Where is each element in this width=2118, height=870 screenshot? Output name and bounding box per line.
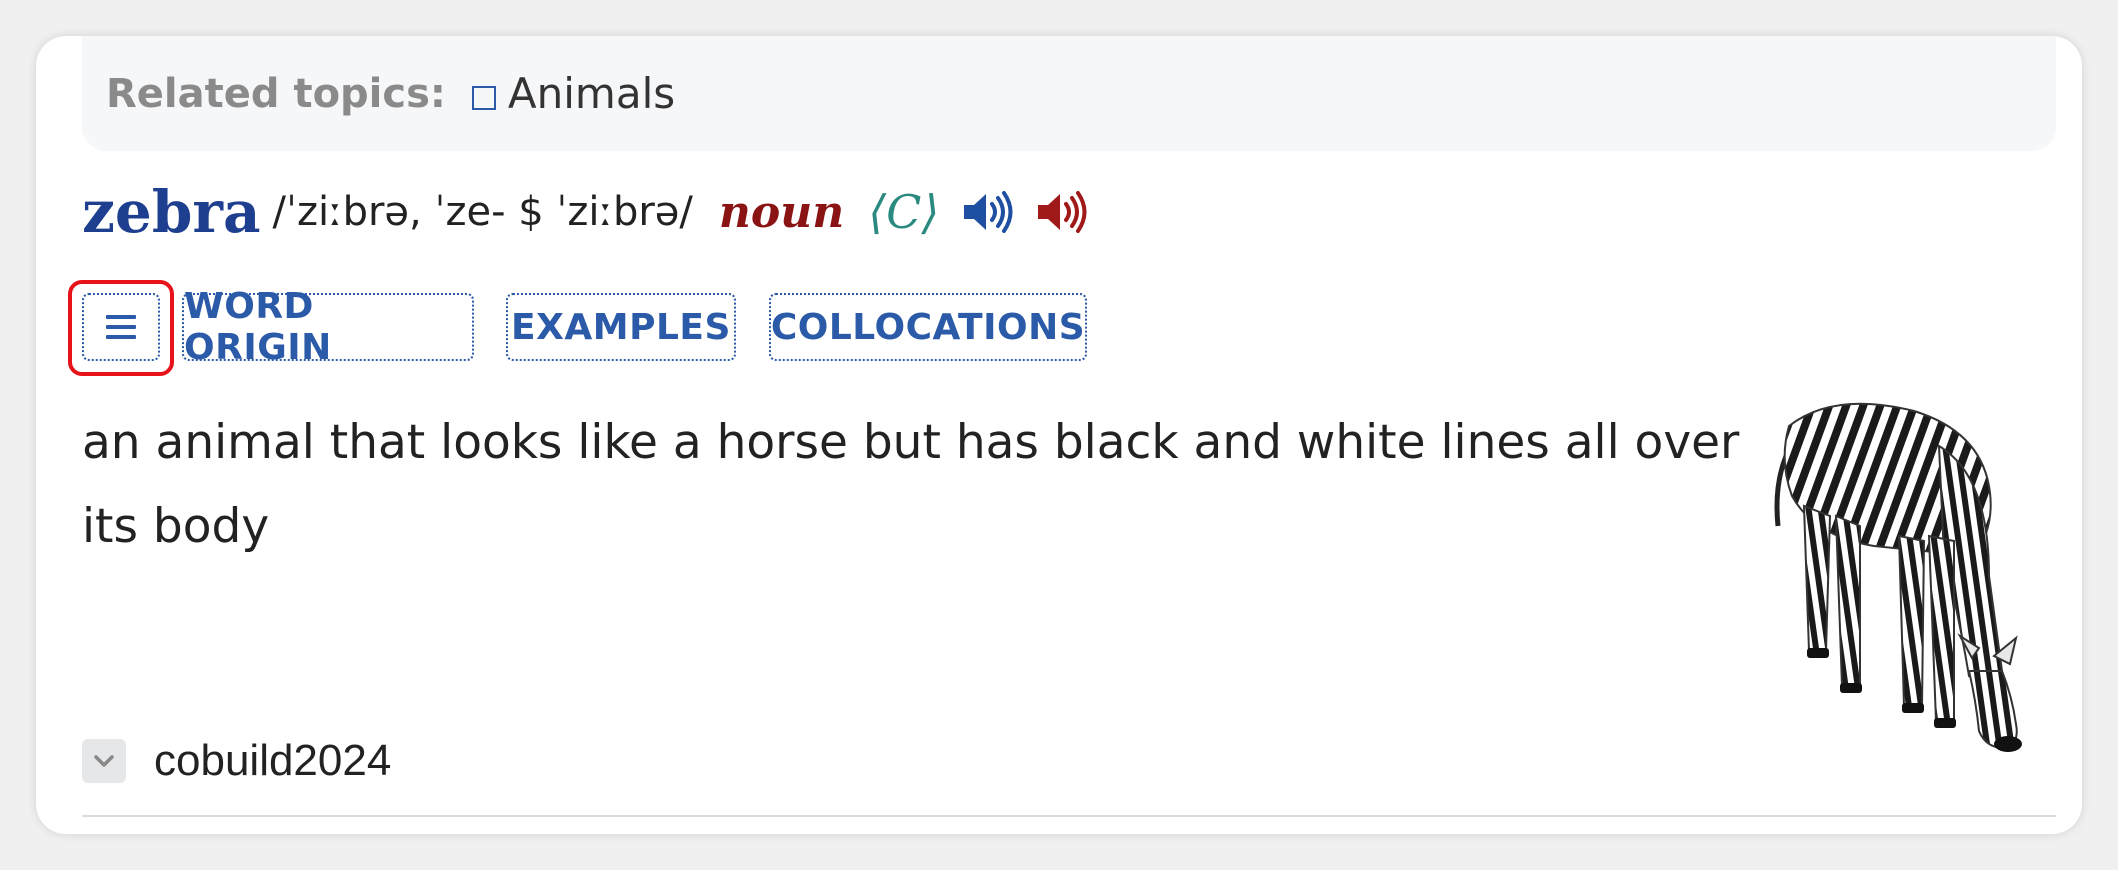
related-topics-bar: Related topics: Animals [82,36,2056,151]
collapse-toggle-button[interactable] [82,739,126,783]
pronunciation: /ˈziːbrə, ˈze- $ ˈziːbrə/ [272,189,693,235]
american-speaker-icon[interactable] [1035,189,1087,235]
dictionary-entry-card: Related topics: Animals zebra /ˈziːbrə, … [36,36,2082,834]
related-topics-label: Related topics: [106,70,446,117]
divider [82,815,2056,817]
headword: zebra [82,178,261,246]
grammar-code: ⟨C⟩ [868,185,940,239]
definition-text: an animal that looks like a horse but ha… [82,415,1740,554]
chevron-down-icon [94,755,114,767]
topic-label: Animals [507,69,676,118]
hamburger-menu-icon [106,315,136,339]
headword-row: zebra /ˈziːbrə, ˈze- $ ˈziːbrə/ noun ⟨C⟩ [82,176,1087,248]
collocations-button[interactable]: COLLOCATIONS [769,293,1087,361]
menu-button[interactable] [82,293,160,361]
word-origin-button[interactable]: WORD ORIGIN [182,286,474,368]
british-speaker-icon[interactable] [961,189,1013,235]
square-outline-icon [471,85,496,110]
examples-button[interactable]: EXAMPLES [506,293,736,361]
source-label: cobuild2024 [154,736,392,785]
part-of-speech: noun [718,186,845,238]
topic-link-animals[interactable]: Animals [471,69,676,118]
zebra-illustration [1774,402,2022,752]
